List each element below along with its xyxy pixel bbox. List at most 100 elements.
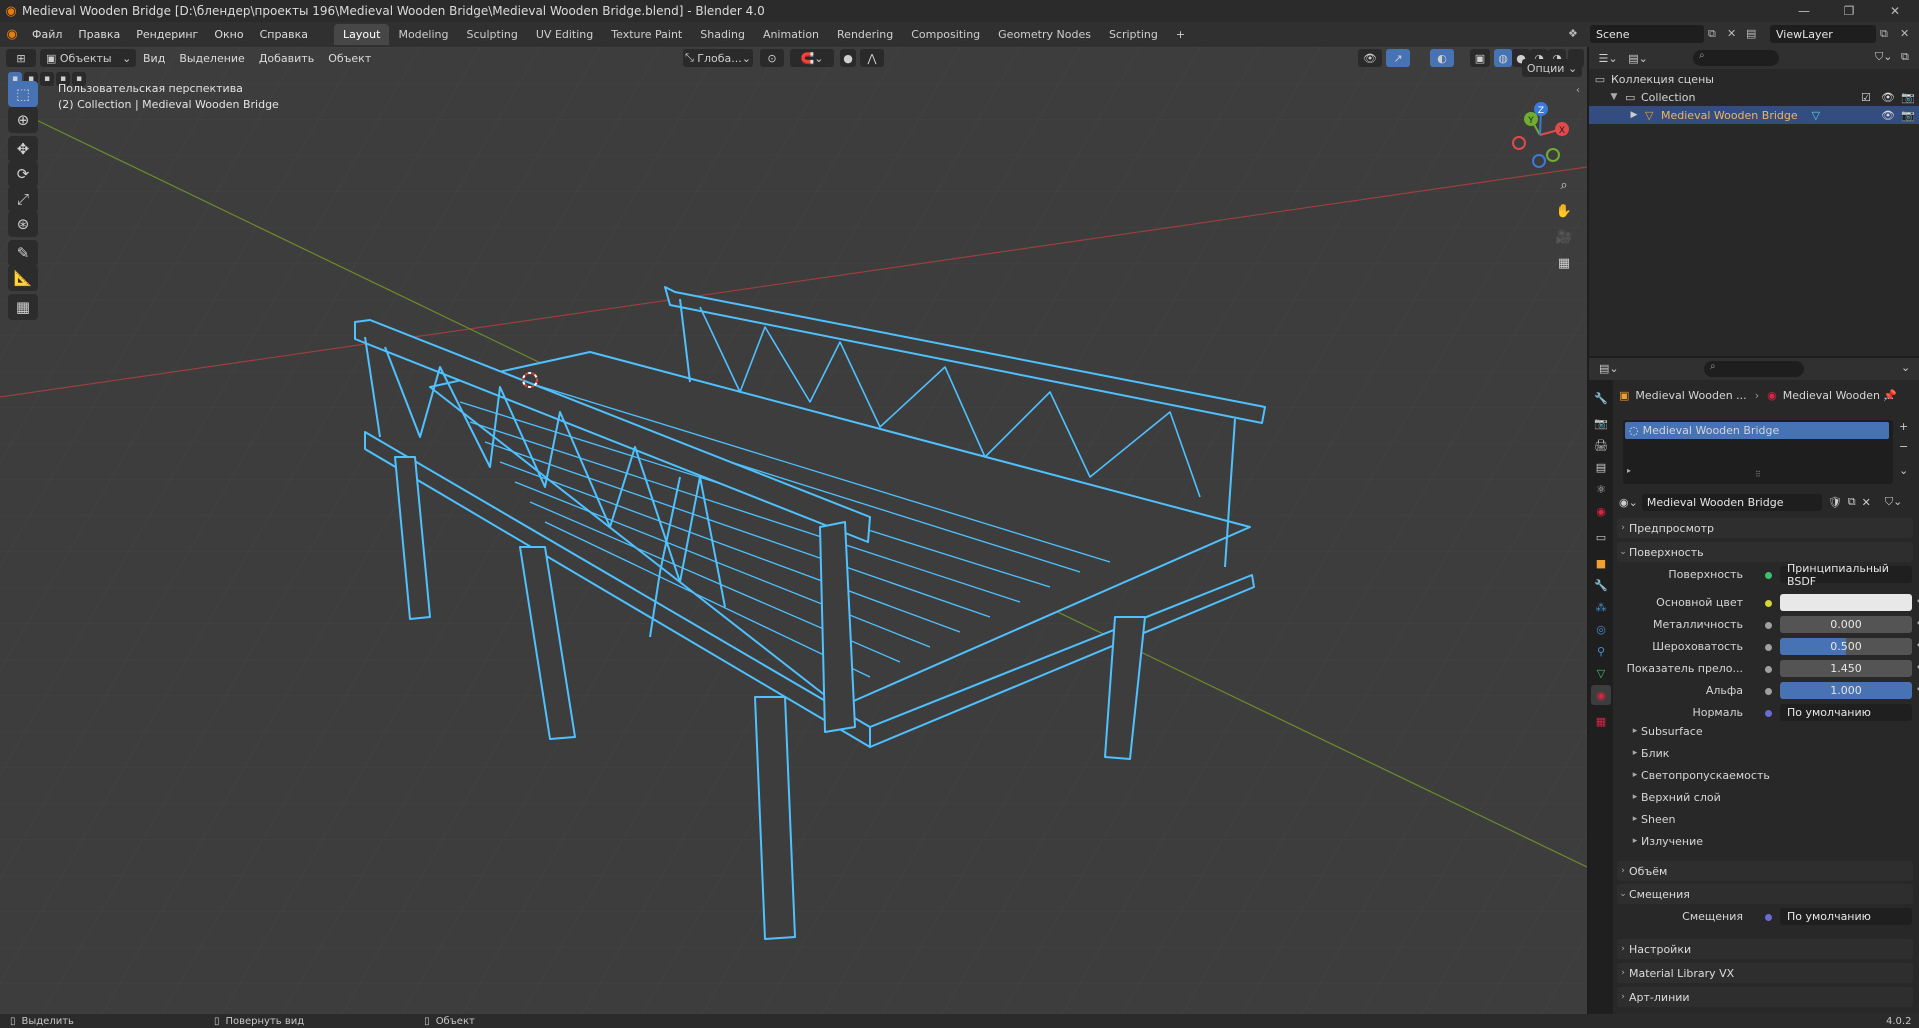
volume-panel-header[interactable]: › Объём [1617, 861, 1913, 881]
material-name-field[interactable]: Medieval Wooden Bridge [1641, 493, 1822, 511]
transform-tool-icon[interactable]: ⊛ [8, 211, 38, 237]
new-collection-icon[interactable]: ⧉ [1901, 50, 1909, 64]
pan-hand-icon[interactable]: ✋ [1552, 199, 1576, 223]
tab-compositing[interactable]: Compositing [902, 24, 989, 45]
shading-wireframe-icon[interactable]: ◍ [1494, 49, 1512, 67]
mesh-data-icon[interactable]: ▽ [1812, 109, 1820, 122]
base-color-socket-icon[interactable] [1765, 600, 1772, 607]
add-slot-icon[interactable]: + [1899, 420, 1908, 433]
physics-tab-icon[interactable]: ◎ [1591, 619, 1611, 639]
proportional-edit-icon[interactable]: ● [840, 49, 856, 67]
alpha-field[interactable]: 1.000 [1780, 682, 1912, 699]
subsurface-subpanel[interactable]: ▸ Subsurface [1629, 722, 1909, 740]
maximize-button[interactable]: ❐ [1826, 0, 1872, 22]
minimize-button[interactable]: — [1781, 0, 1827, 22]
transform-orientation-dropdown[interactable]: ⤡ Глоба... ⌄ [683, 49, 753, 67]
tab-geometry-nodes[interactable]: Geometry Nodes [989, 24, 1100, 45]
scene-tab-icon[interactable]: ⚛ [1591, 479, 1611, 499]
scale-tool-icon[interactable]: ⤢ [8, 186, 38, 212]
menu-object[interactable]: Объект [321, 52, 378, 65]
tab-modeling[interactable]: Modeling [389, 24, 457, 45]
tab-animation[interactable]: Animation [754, 24, 828, 45]
ortho-grid-icon[interactable]: ▦ [1552, 251, 1576, 275]
zoom-icon[interactable]: ⌕ [1552, 173, 1576, 197]
collection-tab-icon[interactable]: ▭ [1591, 527, 1611, 547]
sheen-subpanel[interactable]: ▸ Sheen [1629, 810, 1909, 828]
outliner-object-row[interactable]: ▶ ▽ Medieval Wooden Bridge ▽ 👁 📷 [1589, 106, 1919, 124]
collection-eye-icon[interactable]: 👁 [1881, 91, 1895, 104]
object-camera-icon[interactable]: 📷 [1901, 109, 1915, 122]
move-tool-icon[interactable]: ✥ [8, 136, 38, 162]
fake-user-icon[interactable]: 🛡 [1828, 496, 1842, 509]
pin-icon[interactable]: 📌 [1883, 389, 1897, 402]
sidebar-toggle-icon[interactable]: ‹ [1576, 85, 1580, 96]
duplicate-material-icon[interactable]: ⧉ [1848, 495, 1856, 509]
modifier-tab-icon[interactable]: 🔧 [1591, 575, 1611, 595]
blender-menu-icon[interactable]: ◉ [0, 27, 24, 42]
material-browse-icon[interactable]: ◉⌄ [1619, 496, 1638, 509]
view-layer-selector[interactable]: ViewLayer [1770, 25, 1876, 43]
add-cube-tool-icon[interactable]: ▦ [8, 294, 38, 320]
alpha-socket-icon[interactable] [1765, 688, 1772, 695]
tool-tab-icon[interactable]: 🔧 [1591, 388, 1611, 408]
menu-render[interactable]: Рендеринг [128, 22, 206, 47]
render-tab-icon[interactable]: 📷 [1591, 413, 1611, 433]
tab-sculpting[interactable]: Sculpting [458, 24, 527, 45]
displacement-socket-icon[interactable] [1765, 914, 1772, 921]
menu-edit[interactable]: Правка [70, 22, 128, 47]
slot-list-expand-icon[interactable]: ▸ [1627, 466, 1631, 475]
view-layer-icon[interactable]: ▤ [1746, 27, 1756, 40]
delete-view-layer-icon[interactable]: ✕ [1900, 27, 1909, 40]
displacement-panel-header[interactable]: ⌄ Смещения [1617, 884, 1913, 904]
world-tab-icon[interactable]: ◉ [1591, 501, 1611, 521]
outliner-search-input[interactable]: ⌕ [1693, 50, 1779, 66]
material-slot-row[interactable]: ◌ Medieval Wooden Bridge [1625, 422, 1889, 439]
transmission-subpanel[interactable]: ▸ Светопропускаемость [1629, 766, 1909, 784]
delete-scene-icon[interactable]: ✕ [1727, 27, 1736, 40]
texture-tab-icon[interactable]: ▦ [1591, 711, 1611, 731]
add-workspace-button[interactable]: + [1167, 24, 1194, 45]
menu-window[interactable]: Окно [206, 22, 251, 47]
tab-uv-editing[interactable]: UV Editing [527, 24, 602, 45]
base-color-swatch[interactable] [1780, 594, 1912, 611]
mode-selector[interactable]: ▣ Объекты ⌄ [40, 49, 136, 67]
material-filter-icon[interactable]: ⛉⌄ [1885, 495, 1902, 509]
preview-panel-header[interactable]: › Предпросмотр [1617, 518, 1913, 538]
tab-layout[interactable]: Layout [334, 24, 390, 45]
menu-file[interactable]: Файл [24, 22, 70, 47]
output-tab-icon[interactable]: 🖨 [1591, 435, 1611, 455]
close-button[interactable]: ✕ [1872, 0, 1918, 22]
normal-field[interactable]: По умолчанию [1780, 704, 1912, 721]
properties-editor-icon[interactable]: ▤⌄ [1599, 362, 1619, 375]
editor-type-icon[interactable]: ⊞ [6, 49, 36, 67]
ior-socket-icon[interactable] [1765, 666, 1772, 673]
menu-select[interactable]: Выделение [172, 52, 252, 65]
scene-selector[interactable]: Scene [1590, 25, 1704, 43]
menu-add[interactable]: Добавить [252, 52, 321, 65]
menu-view[interactable]: Вид [136, 52, 172, 65]
lineart-panel-header[interactable]: › Арт-линии [1617, 987, 1913, 1007]
tab-rendering[interactable]: Rendering [828, 24, 902, 45]
surface-panel-header[interactable]: ⌄ Поверхность [1617, 542, 1913, 562]
outliner-collection[interactable]: ▼ ▭ Collection ☑ 👁 📷 [1589, 88, 1919, 106]
object-tab-icon[interactable]: ■ [1591, 553, 1611, 573]
measure-tool-icon[interactable]: 📐 [8, 265, 38, 291]
roughness-field[interactable]: 0.500 [1780, 638, 1912, 655]
view-layer-tab-icon[interactable]: ▤ [1591, 457, 1611, 477]
filter-icon[interactable]: ⛉⌄ [1875, 50, 1892, 64]
emission-subpanel[interactable]: ▸ Излучение [1629, 832, 1909, 850]
visibility-icon[interactable]: 👁 [1358, 49, 1382, 67]
collection-expand-icon[interactable]: ▼ [1603, 92, 1625, 102]
collection-checkbox[interactable]: ☑ [1861, 91, 1871, 104]
rotate-tool-icon[interactable]: ⟳ [8, 161, 38, 187]
tab-texture-paint[interactable]: Texture Paint [602, 24, 691, 45]
pivot-point-icon[interactable]: ⊙ [760, 49, 784, 67]
cursor-tool-icon[interactable]: ⊕ [8, 107, 38, 133]
slot-list-resize-handle[interactable]: ⠿ [1755, 470, 1761, 479]
new-view-layer-icon[interactable]: ⧉ [1880, 27, 1888, 41]
material-library-panel-header[interactable]: › Material Library VX [1617, 963, 1913, 983]
metallic-field[interactable]: 0.000 [1780, 616, 1912, 633]
snap-icon[interactable]: 🧲⌄ [790, 49, 834, 67]
viewport-canvas[interactable] [0, 47, 1587, 1014]
properties-search-input[interactable]: ⌕ [1704, 361, 1804, 377]
